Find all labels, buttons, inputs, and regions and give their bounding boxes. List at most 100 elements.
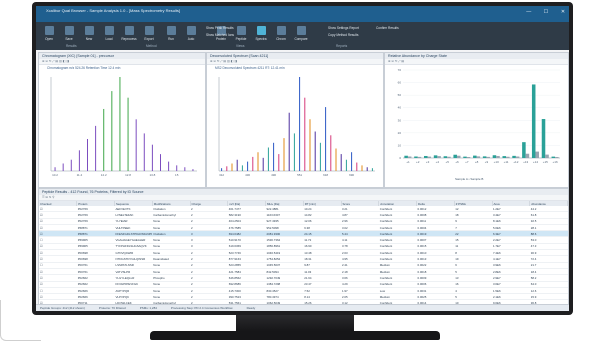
x-tick-label: +4 — [436, 160, 440, 164]
bar-sample-b — [427, 156, 432, 158]
ribbon-button-new[interactable]: New — [80, 26, 98, 41]
x-tick-label: 12.8 — [125, 173, 131, 177]
x-tick-label: +10 — [494, 160, 499, 164]
bar-sample-b — [417, 156, 422, 158]
x-tick-label: 13.8 — [149, 173, 155, 177]
ribbon-button-label: Peptide — [235, 37, 247, 41]
ribbon-group-method: Method — [146, 44, 157, 48]
ribbon-button-label: Reprocess — [121, 37, 137, 41]
ribbon-group-views: Views — [236, 44, 245, 48]
spectrum-chart[interactable]: 312 430 490 551 618 690 — [211, 71, 379, 183]
y-tick-label: 60 — [398, 81, 402, 85]
chromatogram-chart[interactable]: 10.2 11.4 12.2 12.8 13.8 15 — [43, 71, 201, 183]
bar-sample-a — [502, 156, 507, 158]
ribbon-button-export[interactable]: Export — [140, 26, 158, 41]
ribbon-button-spectra[interactable]: Spectra — [252, 26, 270, 41]
x-tick-label: +16 — [553, 160, 558, 164]
status-item: Peptide Groups: 412 (412 shown) — [40, 306, 85, 310]
abundance-chart[interactable]: 0 10 20 30 40 50 60 70 +1 +2 +3 +4 +5 +6 +7 +8 +9 +10 +11 +… — [389, 66, 564, 176]
status-item: PSMs: 1,284 — [139, 306, 157, 310]
bar-sample-a — [463, 156, 467, 158]
export-icon — [144, 26, 154, 35]
bar-sample-b — [407, 156, 412, 158]
x-tick-label: +3 — [426, 160, 430, 164]
y-tick-label: 30 — [398, 118, 402, 122]
ribbon-link-3[interactable]: Copy Method Results — [328, 33, 358, 37]
bar-sample-b — [555, 156, 559, 158]
title-bar: Xcalibur Qual Browser - Sample Analysis … — [36, 6, 569, 15]
x-tick-label: 551 — [297, 173, 302, 177]
bar-sample-a — [404, 155, 408, 158]
bar-sample-b — [466, 156, 471, 158]
x-tick-label: +2 — [416, 160, 420, 164]
ribbon-button-run[interactable]: Run — [162, 26, 180, 41]
bar-sample-a — [512, 155, 516, 158]
chromatogram-pane: Chromatogram (XIC) [Sample 01] - precurs… — [38, 52, 206, 188]
bar-sample-a — [443, 156, 448, 158]
ribbon-button-open[interactable]: Open — [40, 26, 58, 41]
ribbon-button-label: Compare — [294, 37, 308, 41]
ribbon-link-4[interactable]: Confirm Results — [376, 26, 399, 30]
spectra-icon — [256, 26, 266, 35]
chromatogram-toolbar[interactable]: ⊕ ⊖ ⟲ ⤢ ▤ ▥ ◧ ◨ — [39, 59, 205, 65]
spectrum-toolbar[interactable]: ⊕ ⊖ ⟲ ⤢ ▤ ▥ ◧ ◨ — [207, 59, 383, 65]
x-tick-label: +15 — [543, 160, 548, 164]
y-tick-label: 0 — [399, 156, 401, 160]
ribbon-button-label: Export — [144, 37, 154, 41]
ribbon-button-save[interactable]: Save — [60, 26, 78, 41]
y-tick-label: 10 — [398, 143, 402, 147]
y-tick-label: 70 — [398, 68, 402, 72]
bar-sample-b — [535, 151, 540, 158]
y-tick-label: 40 — [398, 106, 402, 110]
ribbon-button-peptide[interactable]: Peptide — [232, 26, 250, 41]
bar-sample-a — [414, 156, 418, 158]
ribbon-button-reprocess[interactable]: Reprocess — [120, 26, 138, 41]
bar-sample-b — [525, 153, 530, 158]
app-window: Xcalibur Qual Browser - Sample Analysis … — [36, 6, 569, 311]
abundance-pane: Relative Abundance by Charge State ⊕ ⊖ ⟲… — [384, 52, 569, 188]
open-icon — [44, 26, 54, 35]
auto-icon — [186, 26, 196, 35]
bar-sample-a — [522, 142, 526, 158]
chrom-icon — [276, 26, 286, 35]
x-tick-label: 618 — [323, 173, 328, 177]
x-tick-label: 490 — [271, 173, 276, 177]
bar-sample-b — [515, 156, 520, 158]
x-tick-label: 11.4 — [77, 173, 83, 177]
ribbon-button-label: New — [85, 37, 93, 41]
x-tick-label: 690 — [349, 173, 354, 177]
ribbon-button-label: Spectra — [255, 37, 267, 41]
ribbon-group-results: Results — [66, 44, 77, 48]
bar-sample-b — [476, 156, 481, 158]
run-icon — [166, 26, 176, 35]
abundance-legend: Sample A • Sample B — [455, 177, 484, 181]
save-icon — [64, 26, 74, 35]
ribbon-button-compare[interactable]: Compare — [292, 26, 310, 41]
bar-sample-a — [551, 156, 556, 158]
bar-sample-b — [486, 156, 490, 158]
ribbon-button-auto[interactable]: Auto — [182, 26, 200, 41]
y-tick-label: 20 — [398, 131, 402, 135]
results-grid[interactable]: Checked Protein Sequence Modifications Charg… — [39, 201, 568, 304]
ribbon-button-chrom[interactable]: Chrom — [272, 26, 290, 41]
x-tick-label: +12 — [513, 160, 518, 164]
ribbon-button-load[interactable]: Load — [100, 26, 118, 41]
ribbon-link-1[interactable]: Show Matched Ions — [206, 33, 234, 37]
bar-sample-a — [482, 156, 487, 158]
load-icon — [104, 26, 114, 35]
ribbon: Open Save New Load Reprocess Export Run Auto Pro… — [36, 22, 569, 50]
ribbon-link-2[interactable]: Show Settings Report — [328, 26, 359, 30]
bar-sample-a — [531, 84, 536, 158]
peptide-icon — [236, 26, 246, 35]
x-tick-label: 15 — [175, 173, 179, 177]
ribbon-link-0[interactable]: Show Peak Results — [206, 26, 234, 30]
x-tick-label: +9 — [485, 160, 489, 164]
ribbon-tabs: FileViewProcessingToolsAnalysisHelp — [36, 15, 569, 30]
ribbon-button-label: Chrom — [276, 37, 286, 41]
bar-sample-a — [492, 155, 497, 158]
status-bar: Peptide Groups: 412 (412 shown) Proteins:… — [36, 304, 569, 311]
monitor-stand-base — [150, 331, 440, 340]
abundance-toolbar[interactable]: ⊕ ⊖ ⟲ ⤢ ▤ — [385, 59, 568, 65]
x-tick-label: +7 — [465, 160, 469, 164]
bar-sample-a — [453, 154, 457, 158]
